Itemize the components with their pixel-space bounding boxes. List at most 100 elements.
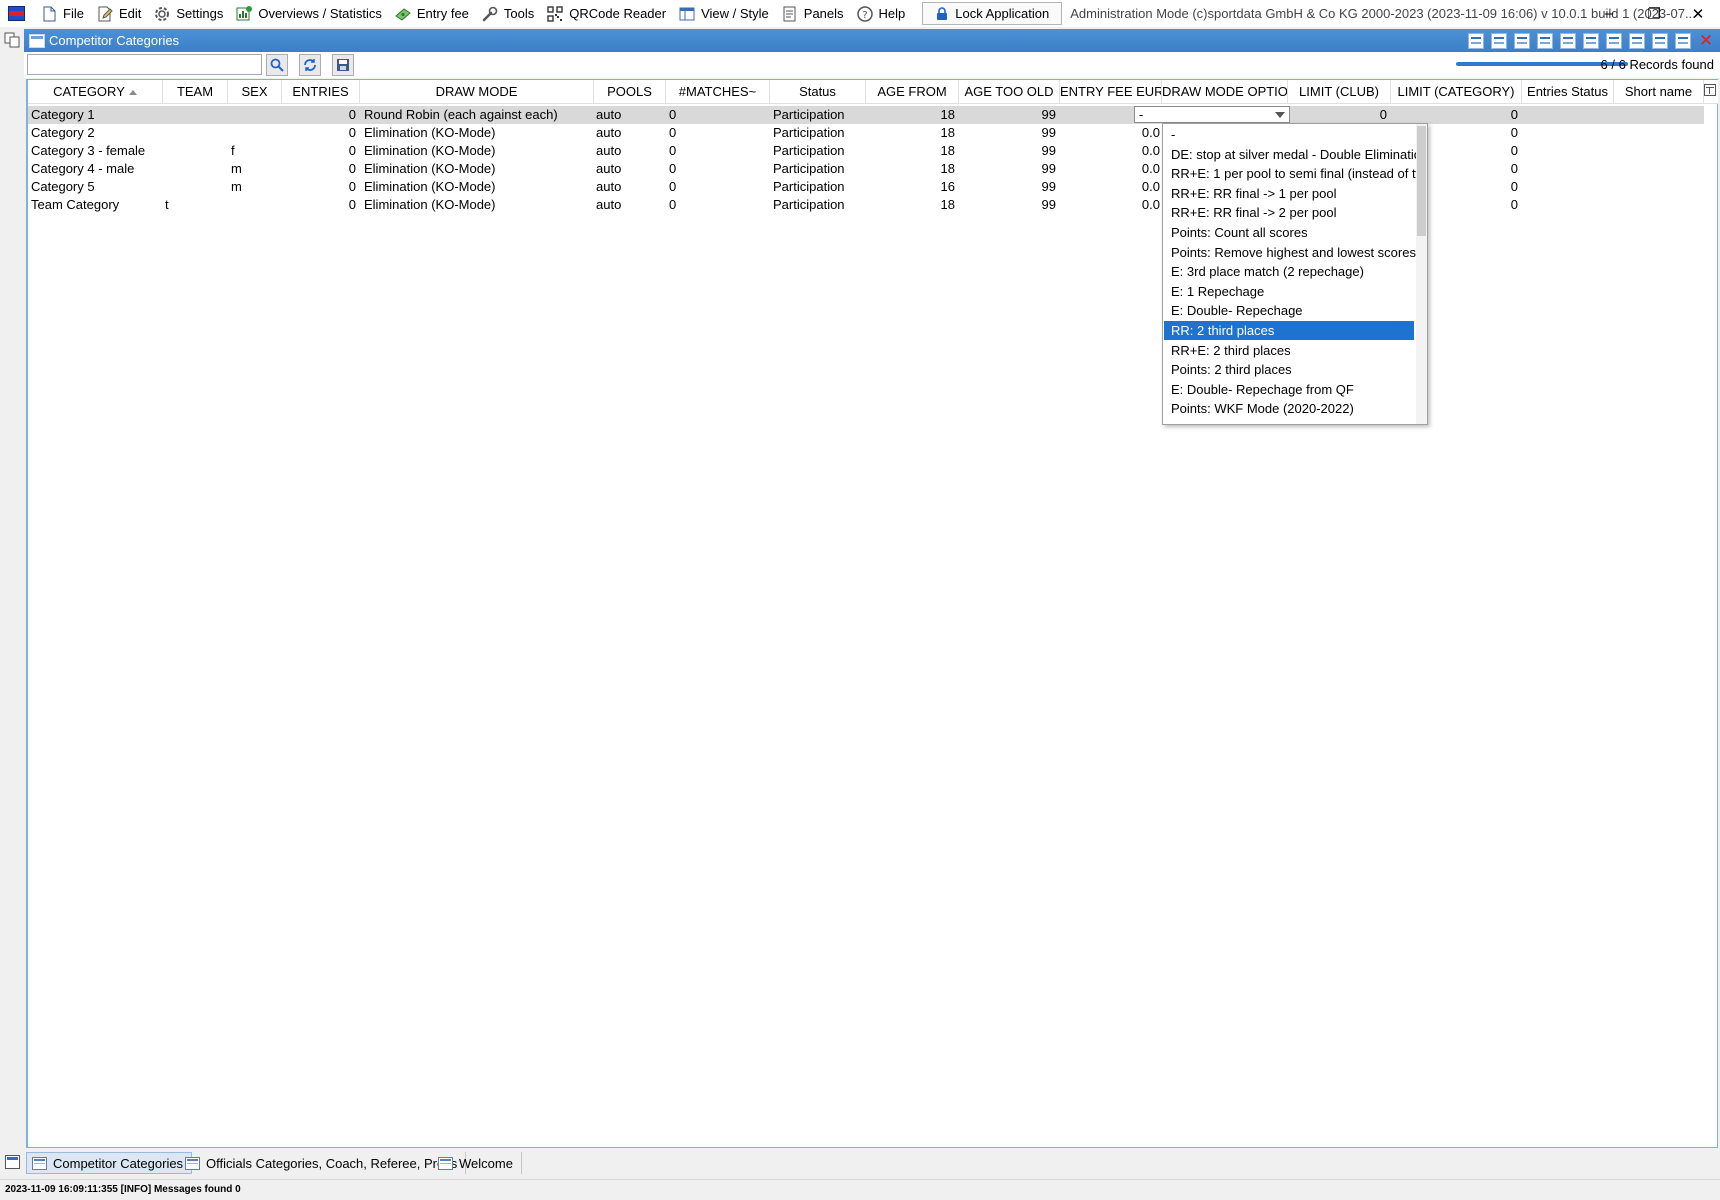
cell-sex[interactable] <box>231 196 271 214</box>
menu-help[interactable]: ? Help <box>853 0 915 27</box>
table-row[interactable]: Team Category t 0 Elimination (KO-Mode) auto… <box>28 196 1704 214</box>
cell-draw-mode[interactable]: Elimination (KO-Mode) <box>364 196 592 214</box>
panel-copy-icon[interactable] <box>4 32 21 48</box>
cell-status[interactable]: Participation <box>773 106 863 124</box>
menu-qrcode-reader[interactable]: QRCode Reader <box>543 0 675 27</box>
menu-tools[interactable]: Tools <box>478 0 543 27</box>
cell-matches[interactable]: 0 <box>669 124 767 142</box>
cell-team[interactable] <box>165 124 215 142</box>
print-icon[interactable] <box>1629 32 1645 49</box>
column-header-age-from[interactable]: AGE FROM <box>866 80 959 104</box>
menu-edit[interactable]: Edit <box>93 0 150 27</box>
cell-entries[interactable]: 0 <box>282 160 356 178</box>
menu-view-style[interactable]: View / Style <box>675 0 778 27</box>
column-header-draw-mode[interactable]: DRAW MODE <box>360 80 594 104</box>
cell-entry-fee[interactable]: 0.0 <box>1060 142 1160 160</box>
column-header-entries-status[interactable]: Entries Status <box>1522 80 1614 104</box>
cell-matches[interactable]: 0 <box>669 196 767 214</box>
column-header-matches[interactable]: #MATCHES~ <box>666 80 770 104</box>
cell-age-from[interactable]: 18 <box>866 142 955 160</box>
cell-age-too-old[interactable]: 99 <box>959 196 1056 214</box>
column-header-entries[interactable]: ENTRIES <box>282 80 360 104</box>
dropdown-option[interactable]: E: 3rd place match (2 repechage) <box>1164 262 1414 281</box>
cell-entry-fee[interactable]: 0.0 <box>1060 124 1160 142</box>
cell-pools[interactable]: auto <box>596 124 664 142</box>
cell-age-from[interactable]: 18 <box>866 124 955 142</box>
cell-matches[interactable]: 0 <box>669 178 767 196</box>
cell-pools[interactable]: auto <box>596 142 664 160</box>
cell-sex[interactable]: f <box>231 142 271 160</box>
cell-pools[interactable]: auto <box>596 196 664 214</box>
cell-sex[interactable] <box>231 106 271 124</box>
cell-entry-fee[interactable]: 0.0 <box>1060 178 1160 196</box>
cell-entry-fee[interactable]: 0.0 <box>1060 160 1160 178</box>
menu-settings[interactable]: Settings <box>150 0 232 27</box>
cell-team[interactable] <box>165 106 215 124</box>
cell-entries-status[interactable] <box>1525 142 1611 160</box>
restore-button[interactable]: ❐ <box>1631 0 1677 27</box>
cell-draw-mode[interactable]: Elimination (KO-Mode) <box>364 142 592 160</box>
search-button[interactable] <box>266 54 288 76</box>
table-row[interactable]: Category 3 - female f 0 Elimination (KO-Mod… <box>28 142 1704 160</box>
dropdown-option[interactable]: Points: 2 third places <box>1164 360 1414 379</box>
cell-entries[interactable]: 0 <box>282 178 356 196</box>
cell-sex[interactable]: m <box>231 178 271 196</box>
dropdown-option[interactable]: RR+E: 2 third places <box>1164 341 1414 360</box>
dropdown-option[interactable]: E: Double- Repechage from QF <box>1164 380 1414 399</box>
tab-welcome[interactable]: Welcome <box>433 1152 522 1174</box>
cell-status[interactable]: Participation <box>773 142 863 160</box>
cell-entry-fee[interactable]: 0.0 <box>1060 196 1160 214</box>
cell-entries[interactable]: 0 <box>282 142 356 160</box>
cell-draw-mode[interactable]: Round Robin (each against each) <box>364 106 592 124</box>
dropdown-scroll-thumb[interactable] <box>1417 126 1426 236</box>
column-header-limit-category[interactable]: LIMIT (CATEGORY) <box>1391 80 1522 104</box>
cell-age-from[interactable]: 18 <box>866 160 955 178</box>
cell-age-too-old[interactable]: 99 <box>959 178 1056 196</box>
column-header-sex[interactable]: SEX <box>228 80 282 104</box>
dropdown-option[interactable]: RR+E: RR final -> 2 per pool <box>1164 203 1414 222</box>
cell-sex[interactable] <box>231 124 271 142</box>
cell-team[interactable] <box>165 178 215 196</box>
cell-short-name[interactable] <box>1617 106 1703 124</box>
cell-age-from[interactable]: 18 <box>866 196 955 214</box>
dropdown-scrollbar[interactable] <box>1416 124 1427 424</box>
cell-matches[interactable]: 0 <box>669 160 767 178</box>
refresh-button[interactable] <box>299 54 321 76</box>
lock-application-button[interactable]: Lock Application <box>922 2 1063 25</box>
cell-matches[interactable]: 0 <box>669 142 767 160</box>
cell-status[interactable]: Participation <box>773 196 863 214</box>
paste-icon[interactable] <box>1491 32 1507 49</box>
cell-short-name[interactable] <box>1617 142 1703 160</box>
cell-category[interactable]: Category 5 <box>31 178 161 196</box>
document-icon[interactable] <box>1606 32 1622 49</box>
dropdown-option[interactable]: - <box>1164 125 1414 144</box>
draw-mode-option-combo[interactable]: - <box>1134 106 1290 123</box>
menu-entry-fee[interactable]: Entry fee <box>391 0 478 27</box>
dropdown-option[interactable]: DE: stop at silver medal - Double Elimin… <box>1164 145 1427 164</box>
cell-entries-status[interactable] <box>1525 196 1611 214</box>
column-header-status[interactable]: Status <box>770 80 866 104</box>
dropdown-option[interactable]: RR+E: 1 per pool to semi final (instead … <box>1164 164 1427 183</box>
cell-category[interactable]: Category 4 - male <box>31 160 161 178</box>
detach-panel-icon[interactable] <box>1675 32 1691 49</box>
cell-entries[interactable]: 0 <box>282 106 356 124</box>
cell-sex[interactable]: m <box>231 160 271 178</box>
close-window-button[interactable]: ✕ <box>1675 0 1720 27</box>
cell-status[interactable]: Participation <box>773 160 863 178</box>
column-header-limit-club[interactable]: LIMIT (CLUB) <box>1288 80 1391 104</box>
dropdown-option[interactable]: RR: 2 third places <box>1164 321 1414 340</box>
dropdown-option[interactable]: Points: Count all scores <box>1164 223 1414 242</box>
cell-entries[interactable]: 0 <box>282 124 356 142</box>
cell-age-too-old[interactable]: 99 <box>959 160 1056 178</box>
columns-icon[interactable] <box>1583 32 1599 49</box>
open-folder-icon[interactable] <box>1468 32 1484 49</box>
cell-status[interactable]: Participation <box>773 124 863 142</box>
cell-limit-category[interactable]: 0 <box>1391 106 1518 124</box>
dropdown-option[interactable]: Points: Remove highest and lowest scores <box>1164 243 1416 262</box>
cell-entries-status[interactable] <box>1525 106 1611 124</box>
column-header-short-name[interactable]: Short name <box>1614 80 1704 104</box>
cell-short-name[interactable] <box>1617 178 1703 196</box>
cell-matches[interactable]: 0 <box>669 106 767 124</box>
window-icon[interactable] <box>1514 32 1530 49</box>
cell-pools[interactable]: auto <box>596 178 664 196</box>
